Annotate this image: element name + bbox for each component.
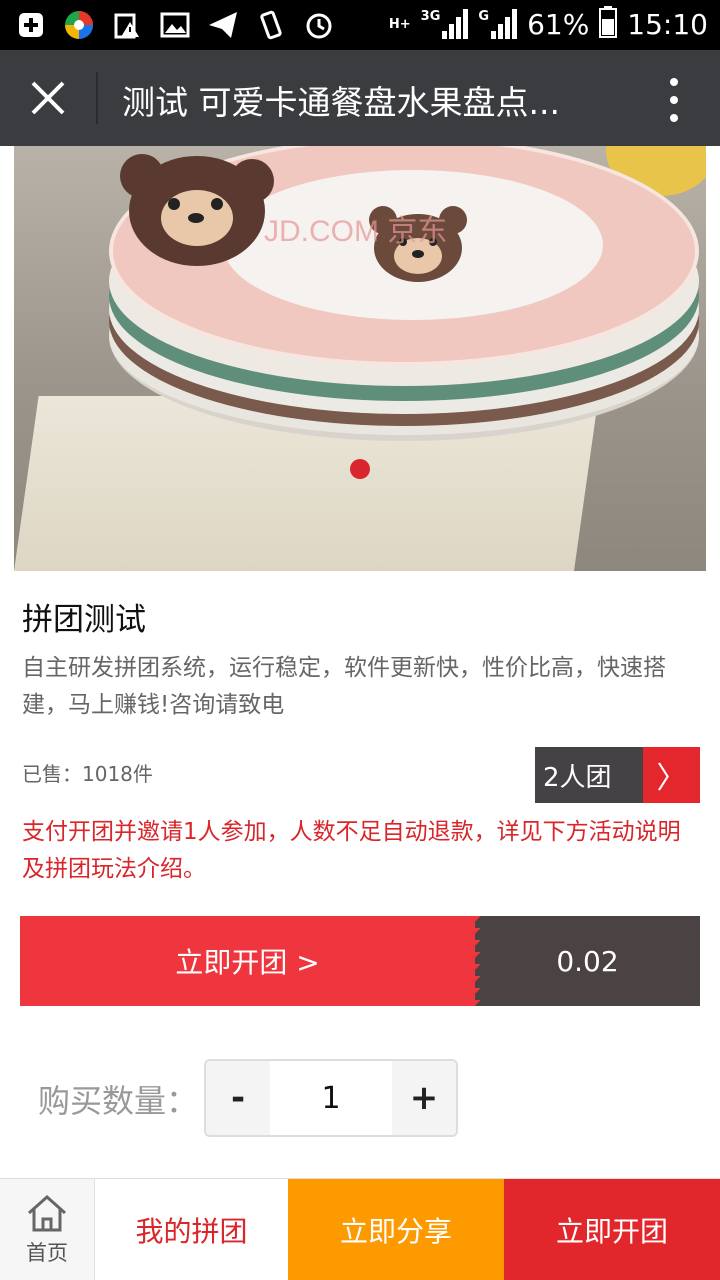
group-notice: 支付开团并邀请1人参加，人数不足自动退款，详见下方活动说明及拼团玩法介绍。 <box>22 819 681 882</box>
battery-percent: 61% <box>527 7 590 41</box>
price-display: 0.02 <box>475 916 700 1006</box>
group-size-button[interactable]: 2人团 〉 <box>535 747 700 803</box>
home-icon <box>28 1194 66 1232</box>
open-group-bar: 立即开团 > 0.02 <box>20 916 700 1006</box>
quantity-stepper: - 1 + <box>204 1059 458 1137</box>
nav-home-label: 首页 <box>26 1241 68 1265</box>
status-time: 15:10 <box>627 7 708 41</box>
page-title: 测试 可爱卡通餐盘水果盘点... <box>122 83 560 122</box>
bear-icon <box>120 154 274 266</box>
network-hplus-label: H+ <box>388 16 411 32</box>
chevron-right-icon: 〉 <box>643 747 700 803</box>
nav-open-group-label: 立即开团 <box>555 1215 668 1248</box>
more-dot-icon <box>670 78 678 86</box>
nav-home-button[interactable]: 首页 <box>0 1179 95 1280</box>
decrease-button[interactable]: - <box>206 1061 270 1135</box>
more-menu-button[interactable] <box>666 78 682 122</box>
price-value: 0.02 <box>556 944 619 978</box>
quantity-label: 购买数量： <box>38 1082 199 1120</box>
nav-share-button[interactable]: 立即分享 <box>288 1179 504 1280</box>
vibrate-icon <box>254 8 288 42</box>
quantity-value[interactable]: 1 <box>270 1061 392 1135</box>
increase-button[interactable]: + <box>392 1061 456 1135</box>
app-icon <box>62 8 96 42</box>
network-3g-label: 3G <box>420 9 441 24</box>
title-divider <box>96 72 98 124</box>
add-icon <box>14 8 48 42</box>
close-icon <box>31 81 65 115</box>
product-title: 拼团测试 <box>22 602 146 638</box>
hplus-icon: H+ <box>389 17 411 32</box>
more-dot-icon <box>670 96 678 104</box>
battery-icon <box>599 6 618 42</box>
status-bar: H+ 3G G 61% 15:10 <box>0 0 720 50</box>
signal-3g-icon: 3G <box>421 9 469 39</box>
product-image-carousel[interactable]: JD.COM 京东 <box>14 146 706 571</box>
signal-g-icon: G <box>478 9 518 39</box>
nav-share-label: 立即分享 <box>339 1215 452 1248</box>
sold-count: 已售：1018件 <box>22 762 153 786</box>
open-group-button[interactable]: 立即开团 > <box>20 916 481 1006</box>
network-g-label: G <box>478 9 490 24</box>
nav-my-group-button[interactable]: 我的拼团 <box>95 1179 288 1280</box>
nav-my-group-label: 我的拼团 <box>135 1215 248 1248</box>
close-button[interactable] <box>18 68 78 128</box>
title-bar: 测试 可爱卡通餐盘水果盘点... <box>0 50 720 146</box>
product-description: 自主研发拼团系统，运行稳定，软件更新快，性价比高，快速搭建，马上赚钱!咨询请致电 <box>22 655 666 718</box>
open-group-label: 立即开团 > <box>175 946 320 979</box>
nav-open-group-button[interactable]: 立即开团 <box>504 1179 720 1280</box>
zigzag-edge <box>469 916 481 1006</box>
image-icon <box>158 8 192 42</box>
status-right-icons: H+ 3G G 61% 15:10 <box>389 6 708 42</box>
more-dot-icon <box>670 114 678 122</box>
warning-icon <box>110 8 144 42</box>
bottom-nav: 首页 我的拼团 立即分享 立即开团 <box>0 1178 720 1280</box>
carousel-dot-active[interactable] <box>350 459 370 479</box>
status-left-icons <box>14 8 336 42</box>
image-watermark: JD.COM 京东 <box>264 215 448 248</box>
alarm-icon <box>302 8 336 42</box>
group-size-label: 2人团 <box>535 747 643 803</box>
send-icon <box>206 8 240 42</box>
